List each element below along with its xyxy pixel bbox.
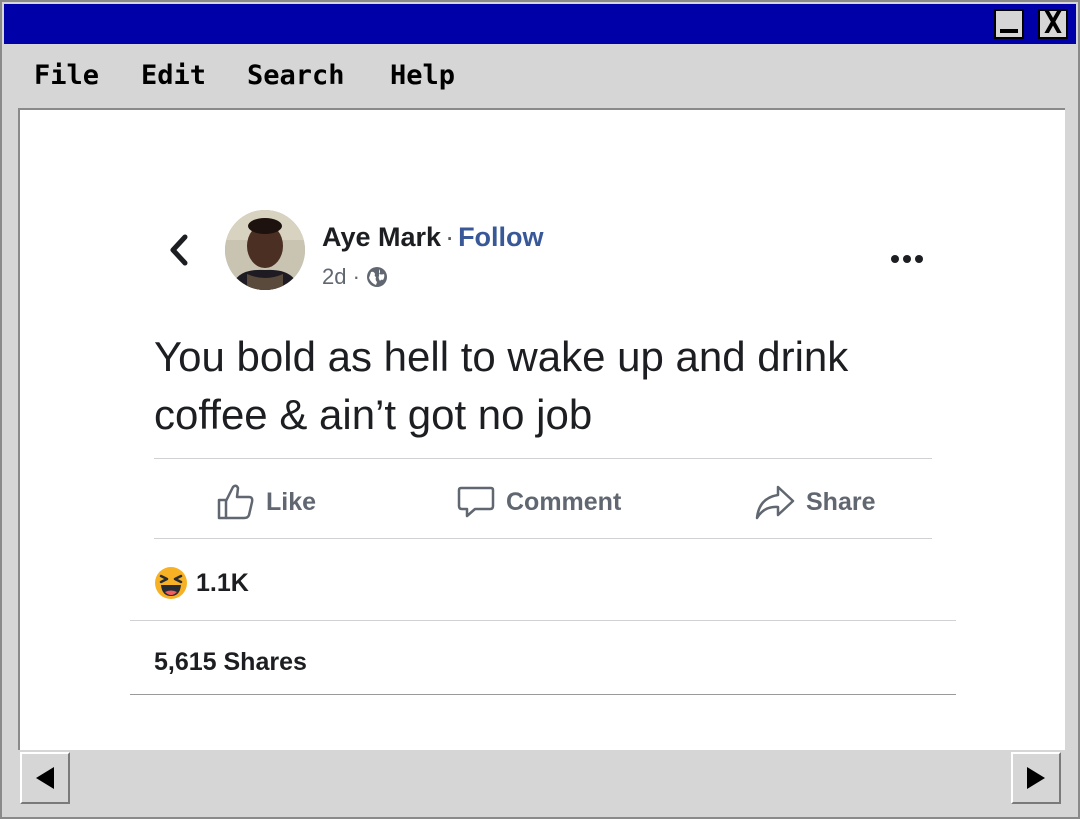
share-icon (755, 485, 795, 520)
scroll-left-button[interactable] (20, 752, 70, 804)
arrow-right-icon (1027, 767, 1045, 789)
divider (130, 620, 956, 621)
share-label: Share (806, 487, 876, 516)
title-bar[interactable]: X (4, 4, 1076, 44)
post-text: You bold as hell to wake up and drink co… (154, 333, 849, 438)
divider (154, 458, 932, 459)
menu-edit[interactable]: Edit (141, 60, 206, 91)
chevron-left-icon (170, 234, 188, 266)
post-time[interactable]: 2d · (322, 264, 360, 290)
thumbs-up-icon (217, 484, 254, 520)
content-area: Aye Mark · Follow 2d · You bold as hell to… (18, 108, 1065, 750)
divider (130, 694, 956, 695)
more-icon (891, 255, 923, 263)
minimize-button[interactable] (994, 9, 1024, 39)
scroll-right-button[interactable] (1011, 752, 1061, 804)
horizontal-scrollbar[interactable] (18, 750, 1065, 808)
avatar[interactable] (225, 210, 305, 290)
comment-icon (457, 486, 495, 518)
minimize-icon (1000, 29, 1018, 33)
post-meta: 2d · (322, 264, 388, 290)
divider (154, 538, 932, 539)
more-options-button[interactable] (890, 240, 924, 271)
arrow-left-icon (36, 767, 54, 789)
like-button[interactable]: Like (216, 482, 316, 522)
avatar-image (225, 210, 305, 290)
menu-search[interactable]: Search (247, 60, 345, 91)
post-author-line: Aye Mark · Follow (322, 222, 544, 253)
shares-count[interactable]: 5,615 Shares (154, 648, 307, 677)
comment-button[interactable]: Comment (456, 482, 621, 522)
menu-file[interactable]: File (34, 60, 99, 91)
follow-link[interactable]: Follow (458, 222, 543, 252)
close-button[interactable]: X (1038, 9, 1068, 39)
like-label: Like (266, 487, 317, 516)
menu-bar: File Edit Search Help (4, 46, 1076, 108)
globe-icon (366, 267, 387, 287)
separator: · (445, 222, 455, 252)
comment-label: Comment (506, 487, 622, 516)
share-button[interactable]: Share (754, 482, 875, 522)
author-name[interactable]: Aye Mark (322, 222, 441, 252)
back-button[interactable] (166, 230, 192, 270)
reactions-summary[interactable]: 1.1K (154, 566, 249, 600)
app-window: X File Edit Search Help Aye Mark · Follo… (0, 0, 1080, 819)
reaction-count: 1.1K (196, 568, 249, 597)
menu-help[interactable]: Help (390, 60, 455, 91)
haha-emoji-icon (155, 567, 187, 599)
